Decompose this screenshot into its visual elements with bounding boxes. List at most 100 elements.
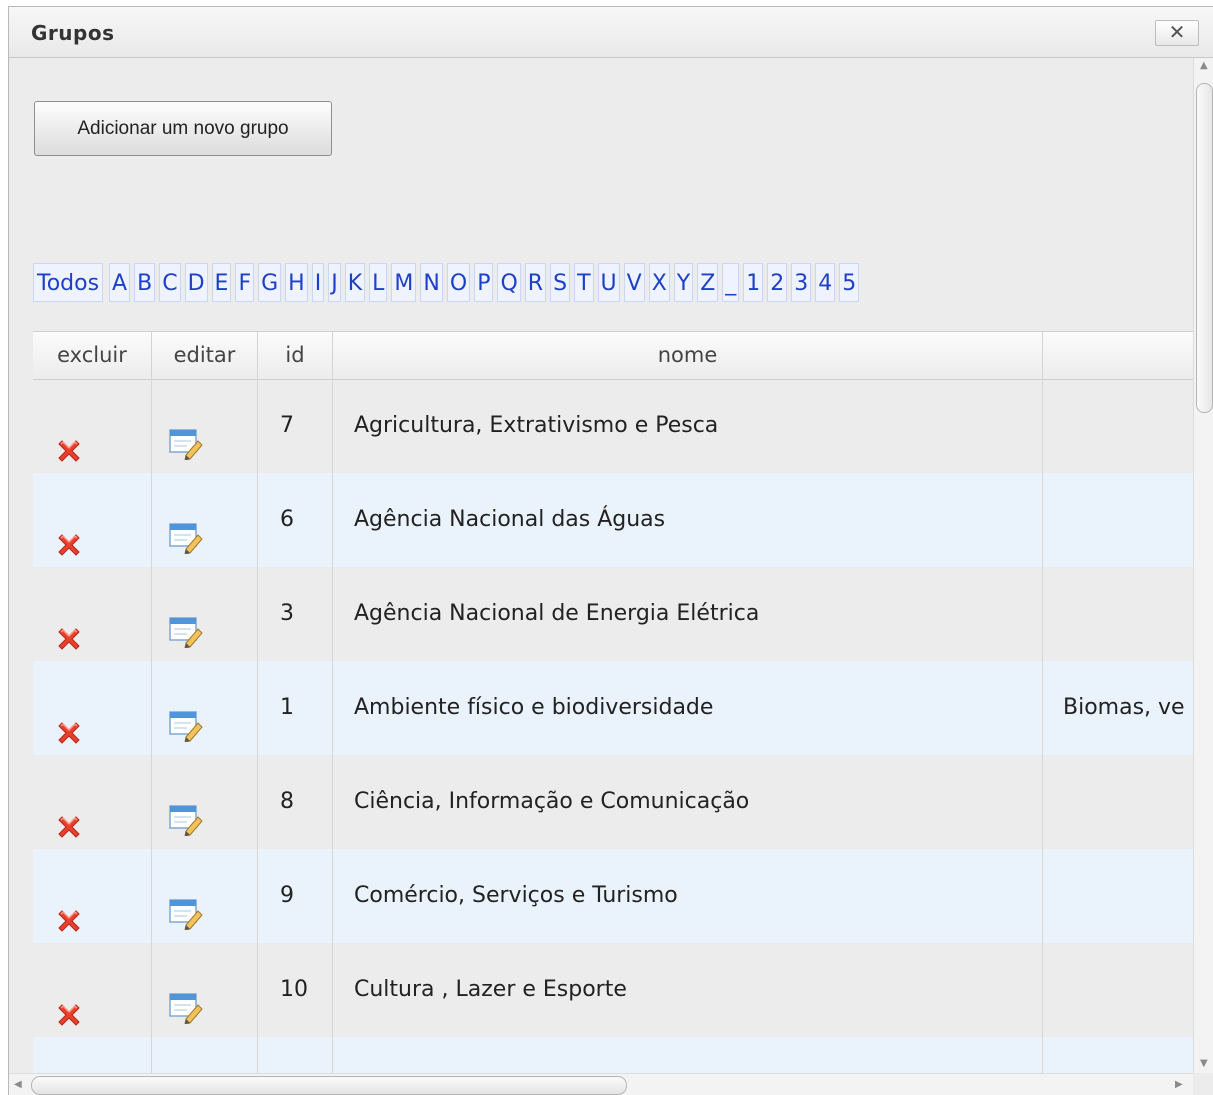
delete-x-icon[interactable]	[54, 413, 84, 462]
filter-letter-link[interactable]: P	[474, 263, 494, 302]
edit-cell	[152, 849, 258, 943]
descricao-cell	[1043, 755, 1193, 849]
filter-letter-link[interactable]: K	[344, 263, 366, 302]
dialog-content: Adicionar um novo grupo Todos ABCDEFGHIJ…	[9, 58, 1193, 1073]
nome-cell: Ambiente físico e biodiversidade	[333, 661, 1043, 755]
filter-letter-link[interactable]: 5	[839, 263, 860, 302]
delete-x-icon[interactable]	[54, 977, 84, 1026]
table-row	[33, 1037, 1193, 1073]
edit-cell	[152, 1037, 258, 1073]
descricao-cell	[1043, 1037, 1193, 1073]
filter-letter-link[interactable]: T	[574, 263, 594, 302]
filter-letter-link[interactable]: M	[391, 263, 417, 302]
filter-letter-link[interactable]: S	[550, 263, 571, 302]
nome-cell: Comércio, Serviços e Turismo	[333, 849, 1043, 943]
delete-x-icon[interactable]	[54, 883, 84, 932]
table-row: 1 Ambiente físico e biodiversidade Biomas,…	[33, 661, 1193, 755]
descricao-cell: Biomas, ve	[1063, 695, 1185, 720]
filter-letter-link[interactable]: F	[235, 263, 255, 302]
edit-cell	[152, 755, 258, 849]
filter-letter-link[interactable]: E	[211, 263, 232, 302]
id-cell: 3	[258, 567, 333, 661]
id-cell: 7	[258, 379, 333, 473]
horizontal-scroll-thumb[interactable]	[31, 1076, 627, 1095]
delete-cell	[33, 473, 152, 567]
delete-cell	[33, 567, 152, 661]
filter-letter-link[interactable]: R	[524, 263, 547, 302]
filter-letter-link[interactable]: B	[134, 263, 156, 302]
filter-letter-link[interactable]: G	[258, 263, 282, 302]
id-cell: 9	[258, 849, 333, 943]
table-row: 7 Agricultura, Extrativismo e Pesca	[33, 379, 1193, 473]
filter-letter-link[interactable]: Q	[497, 263, 521, 302]
vertical-scrollbar[interactable]: ▲ ▼	[1193, 58, 1213, 1073]
column-header-id[interactable]: id	[258, 332, 333, 379]
filter-letter-link[interactable]: J	[328, 263, 341, 302]
table-row: 8 Ciência, Informação e Comunicação	[33, 755, 1193, 849]
filter-letter-link[interactable]: Z	[697, 263, 719, 302]
filter-letter-link[interactable]: O	[446, 263, 471, 302]
edit-pencil-icon[interactable]	[169, 689, 205, 743]
delete-x-icon[interactable]	[54, 789, 84, 838]
filter-letter-link[interactable]: D	[184, 263, 208, 302]
filter-letter-link[interactable]: L	[369, 263, 388, 302]
edit-cell	[152, 379, 258, 473]
dialog-titlebar[interactable]: Grupos ✕	[9, 7, 1213, 58]
filter-letter-link[interactable]: 1	[743, 263, 764, 302]
filter-letter-link[interactable]: 2	[767, 263, 788, 302]
filter-letter-link[interactable]: I	[311, 263, 325, 302]
add-group-button[interactable]: Adicionar um novo grupo	[34, 101, 332, 156]
filter-letter-link[interactable]: X	[648, 263, 670, 302]
filter-letter-link[interactable]: 4	[815, 263, 836, 302]
scroll-right-arrow-icon[interactable]: ▶	[1175, 1079, 1183, 1090]
column-header-editar[interactable]: editar	[152, 332, 258, 379]
delete-x-icon[interactable]	[54, 507, 84, 556]
horizontal-scrollbar[interactable]: ◀ ▶	[9, 1073, 1193, 1095]
groups-dialog: Grupos ✕ Adicionar um novo grupo Todos A…	[8, 6, 1213, 1095]
delete-cell	[33, 849, 152, 943]
edit-pencil-icon[interactable]	[169, 1065, 205, 1073]
nome-cell: Cultura , Lazer e Esporte	[333, 943, 1043, 1037]
filter-letter-link[interactable]: C	[159, 263, 181, 302]
filter-letter-link[interactable]: N	[420, 263, 443, 302]
descricao-cell	[1043, 943, 1193, 1037]
nome-cell: Agência Nacional das Águas	[333, 473, 1043, 567]
edit-pencil-icon[interactable]	[169, 971, 205, 1025]
nome-cell	[333, 1037, 1043, 1073]
descricao-cell	[1043, 379, 1193, 473]
filter-all-link[interactable]: Todos	[33, 263, 104, 302]
filter-letter-link[interactable]: 3	[791, 263, 812, 302]
vertical-scroll-thumb[interactable]	[1196, 83, 1213, 413]
delete-cell	[33, 379, 152, 473]
column-header-nome[interactable]: nome	[333, 332, 1043, 379]
dialog-title: Grupos	[31, 21, 115, 45]
edit-pencil-icon[interactable]	[169, 783, 205, 837]
edit-pencil-icon[interactable]	[169, 407, 205, 461]
table-row: 6 Agência Nacional das Águas	[33, 473, 1193, 567]
edit-pencil-icon[interactable]	[169, 877, 205, 931]
delete-x-icon[interactable]	[54, 695, 84, 744]
filter-letter-link[interactable]: V	[623, 263, 645, 302]
column-header-excluir[interactable]: excluir	[33, 332, 152, 379]
scroll-up-arrow-icon[interactable]: ▲	[1200, 60, 1208, 71]
filter-letter-link[interactable]: A	[109, 263, 131, 302]
edit-pencil-icon[interactable]	[169, 501, 205, 555]
id-cell: 8	[258, 755, 333, 849]
filter-letter-link[interactable]: U	[597, 263, 620, 302]
table-row: 10 Cultura , Lazer e Esporte	[33, 943, 1193, 1037]
edit-pencil-icon[interactable]	[169, 595, 205, 649]
delete-cell	[33, 1037, 152, 1073]
alphabet-filter: Todos A B C D E F G H I J K L M N O P Q R S T U V X Y Z _ 1 2 3 4 5	[33, 263, 863, 302]
filter-letter-link[interactable]: _	[722, 263, 740, 302]
table-row: 3 Agência Nacional de Energia Elétrica	[33, 567, 1193, 661]
delete-cell	[33, 755, 152, 849]
delete-x-icon[interactable]	[54, 601, 84, 650]
filter-letter-link[interactable]: Y	[673, 263, 694, 302]
nome-cell: Agricultura, Extrativismo e Pesca	[333, 379, 1043, 473]
filter-letter-link[interactable]: H	[285, 263, 308, 302]
scroll-left-arrow-icon[interactable]: ◀	[14, 1079, 22, 1090]
id-cell	[258, 1037, 333, 1073]
column-header-descricao[interactable]	[1043, 332, 1193, 379]
scroll-down-arrow-icon[interactable]: ▼	[1200, 1058, 1208, 1069]
close-button[interactable]: ✕	[1155, 20, 1199, 46]
